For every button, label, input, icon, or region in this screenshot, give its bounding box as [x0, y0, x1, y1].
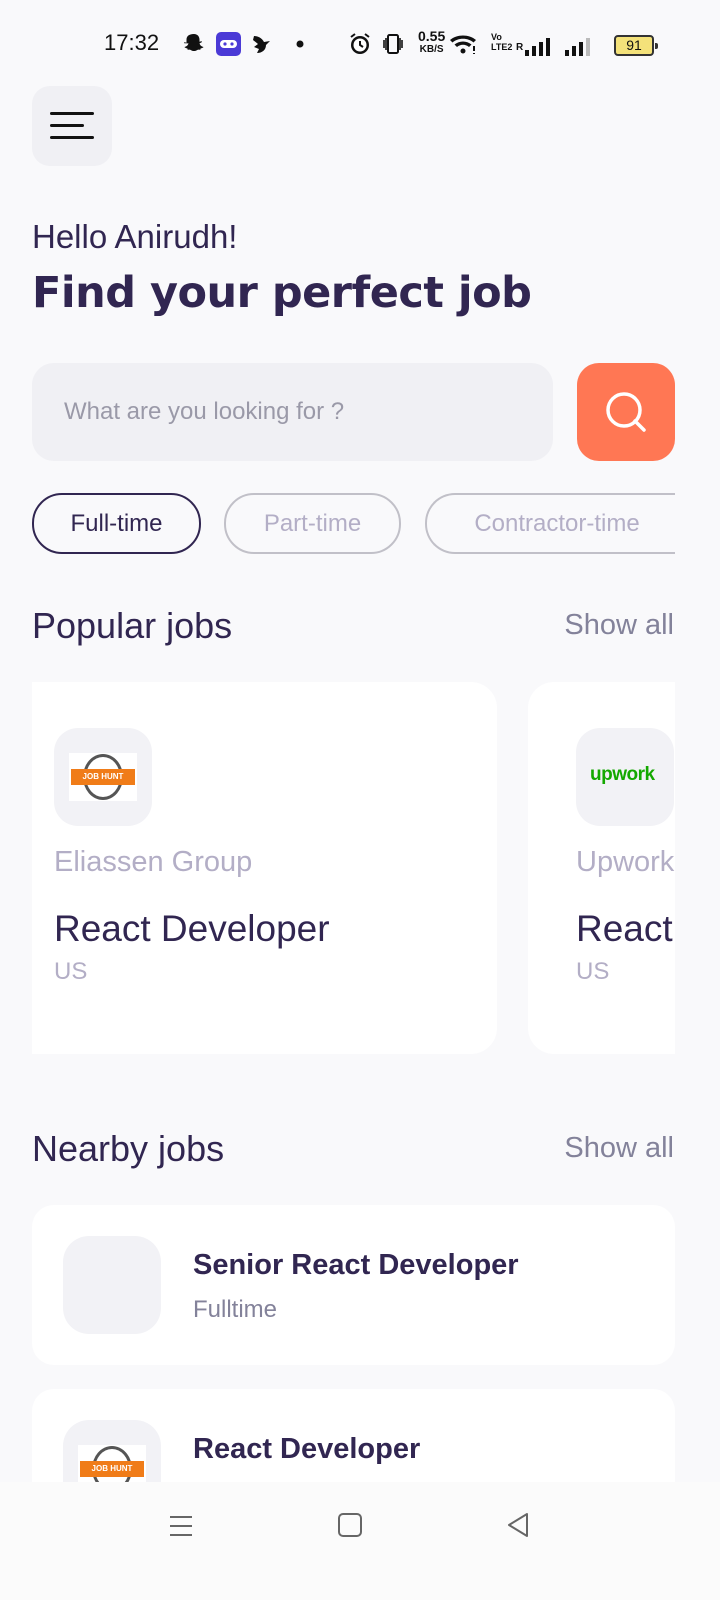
nearby-show-all-link[interactable]: Show all [564, 1132, 674, 1165]
search-input[interactable] [32, 363, 553, 461]
job-type-chip-full-time[interactable]: Full-time [32, 493, 201, 554]
volte-top: Vo [491, 32, 502, 42]
job-location: US [576, 958, 610, 985]
game-icon [216, 32, 241, 56]
company-name: Eliassen Group [54, 846, 253, 878]
company-logo: JOB HUNT [54, 728, 152, 826]
volte-bottom: LTE2 [491, 42, 513, 52]
popular-jobs-title: Popular jobs [32, 605, 233, 646]
system-nav-bar [0, 1482, 720, 1600]
company-logo [63, 1236, 161, 1334]
job-title: React [576, 908, 673, 949]
net-speed-unit: KB/S [419, 44, 444, 55]
menu-button[interactable] [32, 86, 112, 166]
company-name: Upwork [576, 846, 675, 878]
back-icon[interactable] [505, 1512, 531, 1538]
dot-icon [296, 40, 304, 48]
menu-icon-line [50, 124, 84, 127]
recent-apps-icon[interactable] [168, 1513, 194, 1539]
home-icon[interactable] [337, 1512, 363, 1538]
page-title: Find your perfect job [32, 268, 532, 318]
upwork-logo: upwork [590, 764, 655, 785]
status-time: 17:32 [104, 30, 160, 55]
job-title: Senior React Developer [193, 1249, 519, 1281]
greeting: Hello Anirudh! [32, 218, 238, 255]
status-bar: 17:32 0.55 KB/S Vo LTE2 R 91 [0, 0, 720, 84]
search-box [32, 363, 553, 461]
net-speed: 0.55 KB/S [418, 28, 446, 56]
signal-icon [525, 38, 550, 56]
popular-job-card[interactable]: JOB HUNT Eliassen Group React Developer … [32, 682, 497, 1054]
company-logo: upwork [576, 728, 674, 826]
alarm-icon [350, 33, 370, 54]
snapchat-icon [184, 34, 204, 51]
job-title: React Developer [193, 1433, 421, 1465]
search-button[interactable] [577, 363, 675, 461]
popular-job-card[interactable]: upwork Upwork React US [528, 682, 675, 1054]
signal-icon [565, 38, 590, 56]
job-type-chip-contractor-time[interactable]: Contractor-time [425, 493, 675, 554]
roaming-indicator: R [516, 42, 524, 53]
job-title: React Developer [54, 908, 330, 949]
job-hunt-logo: JOB HUNT [69, 753, 137, 801]
bird-icon [253, 36, 270, 53]
nearby-jobs-title: Nearby jobs [32, 1128, 225, 1169]
wifi-icon [450, 35, 476, 54]
net-speed-value: 0.55 [418, 28, 446, 44]
popular-jobs-carousel[interactable]: JOB HUNT Eliassen Group React Developer … [32, 682, 675, 1054]
menu-icon-line [50, 136, 94, 139]
vibrate-icon [383, 34, 403, 54]
job-location: US [54, 958, 88, 985]
volte-indicator: Vo LTE2 [491, 32, 512, 52]
popular-show-all-link[interactable]: Show all [564, 609, 674, 642]
job-type: Fulltime [193, 1296, 278, 1323]
job-type-chip-part-time[interactable]: Part-time [224, 493, 401, 554]
menu-icon [50, 112, 94, 115]
nearby-job-card[interactable]: Senior React Developer Fulltime [32, 1205, 675, 1365]
search-icon [606, 392, 646, 432]
battery-icon: 91 [614, 35, 658, 56]
